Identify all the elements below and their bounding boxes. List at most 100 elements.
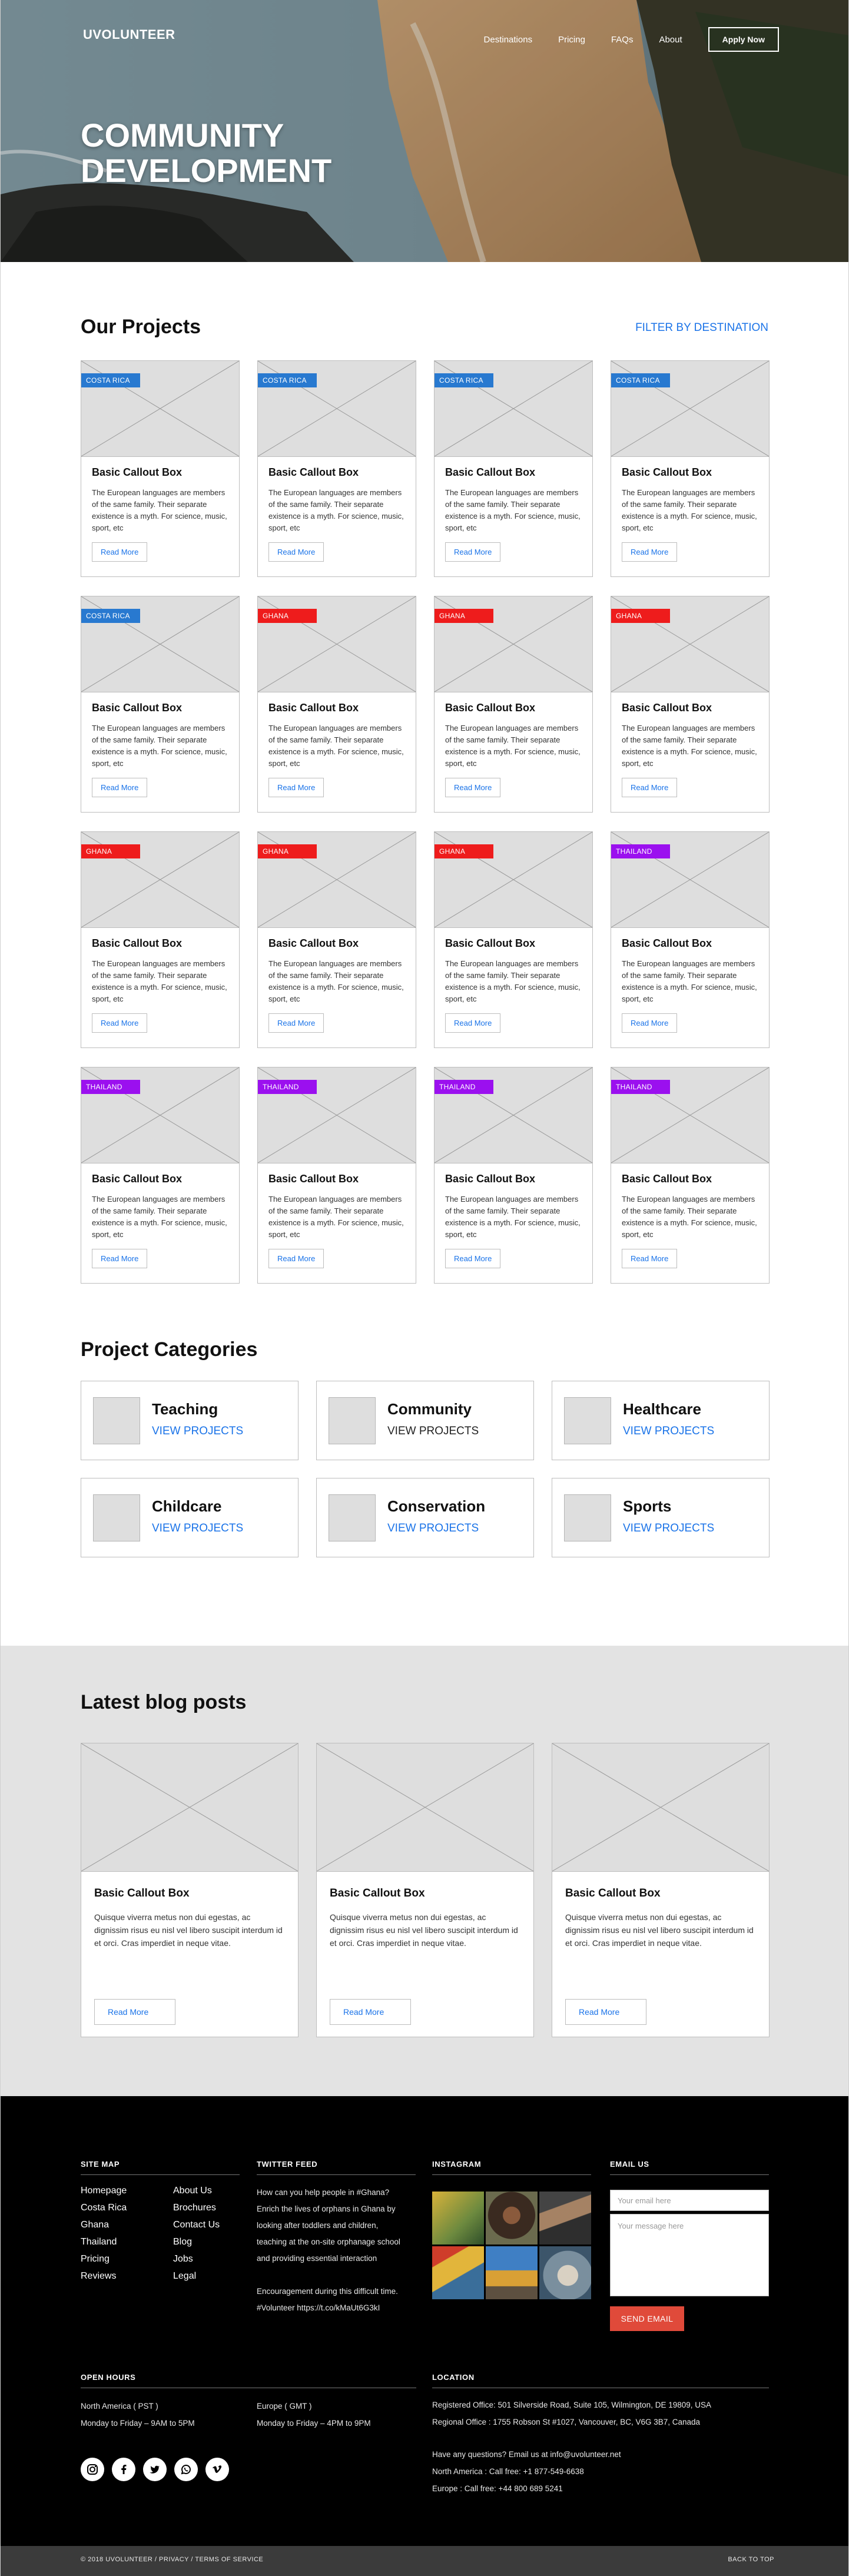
read-more-button[interactable]: Read More [92,542,148,562]
instagram-photo[interactable] [432,2192,484,2245]
back-to-top-link[interactable]: BACK TO TOP [728,2556,774,2563]
category-card[interactable]: Teaching VIEW PROJECTS [81,1381,299,1460]
whatsapp-icon[interactable] [174,2458,198,2481]
nav-faqs[interactable]: FAQs [611,35,634,45]
instagram-photo[interactable] [486,2246,538,2299]
apply-now-button[interactable]: Apply Now [708,27,779,52]
nav-pricing[interactable]: Pricing [558,35,585,45]
vimeo-icon[interactable] [205,2458,229,2481]
read-more-button[interactable]: Read More [92,1013,148,1033]
phone-europe[interactable]: Europe : Call free: +44 800 689 5241 [432,2480,774,2497]
project-card[interactable]: THAILAND Basic Callout Box The European … [81,1067,240,1284]
read-more-button[interactable]: Read More [330,1999,411,2025]
view-projects-link[interactable]: VIEW PROJECTS [387,1425,479,1438]
read-more-button[interactable]: Read More [445,1013,501,1033]
view-projects-link[interactable]: VIEW PROJECTS [387,1522,479,1535]
phone-north-america[interactable]: North America : Call free: +1 877-549-66… [432,2463,774,2480]
hero-title-line-2: DEVELOPMENT [81,152,332,189]
project-card[interactable]: COSTA RICA Basic Callout Box The Europea… [257,360,416,577]
project-card[interactable]: THAILAND Basic Callout Box The European … [434,1067,593,1284]
read-more-button[interactable]: Read More [622,1013,678,1033]
instagram-photo[interactable] [539,2192,591,2245]
project-card[interactable]: GHANA Basic Callout Box The European lan… [434,596,593,813]
category-card[interactable]: Community VIEW PROJECTS [316,1381,534,1460]
project-card[interactable]: COSTA RICA Basic Callout Box The Europea… [434,360,593,577]
read-more-button[interactable]: Read More [92,778,148,797]
copyright-text[interactable]: © 2018 UVOLUNTEER / PRIVACY / TERMS OF S… [81,2556,263,2563]
read-more-button[interactable]: Read More [565,1999,646,2025]
view-projects-link[interactable]: VIEW PROJECTS [152,1425,243,1438]
view-projects-link[interactable]: VIEW PROJECTS [623,1425,714,1438]
brand-logo[interactable]: UVOLUNTEER [83,27,175,42]
category-card[interactable]: Healthcare VIEW PROJECTS [552,1381,770,1460]
instagram-photo[interactable] [486,2192,538,2245]
sitemap-link[interactable]: Legal [173,2271,196,2282]
category-image-placeholder [329,1397,376,1444]
project-card[interactable]: COSTA RICA Basic Callout Box The Europea… [81,360,240,577]
sitemap-link[interactable]: Pricing [81,2254,110,2265]
message-input[interactable]: Your message here [610,2214,769,2296]
sitemap-link[interactable]: Homepage [81,2186,127,2196]
view-projects-link[interactable]: VIEW PROJECTS [623,1522,714,1535]
send-email-button[interactable]: SEND EMAIL [610,2306,684,2331]
blog-card[interactable]: Basic Callout Box Quisque viverra metus … [552,1743,770,2037]
project-card[interactable]: GHANA Basic Callout Box The European lan… [611,596,770,813]
read-more-button[interactable]: Read More [92,1249,148,1268]
sitemap-link[interactable]: About Us [173,2186,212,2196]
tweet-link[interactable]: #Volunteer https://t.co/kMaUt6G3kI [257,2300,416,2316]
project-card[interactable]: THAILAND Basic Callout Box The European … [257,1067,416,1284]
blog-image-placeholder [317,1743,533,1872]
read-more-button[interactable]: Read More [622,1249,678,1268]
blog-card[interactable]: Basic Callout Box Quisque viverra metus … [81,1743,299,2037]
contact-email-text[interactable]: Have any questions? Email us at info@uvo… [432,2446,774,2463]
read-more-button[interactable]: Read More [622,778,678,797]
sitemap-link[interactable]: Jobs [173,2254,193,2265]
read-more-button[interactable]: Read More [445,1249,501,1268]
project-title: Basic Callout Box [268,937,359,949]
project-card[interactable]: GHANA Basic Callout Box The European lan… [257,596,416,813]
sitemap-link[interactable]: Blog [173,2237,192,2247]
facebook-icon[interactable] [112,2458,135,2481]
project-description: The European languages are members of th… [622,724,757,768]
instagram-photo[interactable] [432,2246,484,2299]
read-more-button[interactable]: Read More [445,778,501,797]
read-more-button[interactable]: Read More [268,1013,324,1033]
read-more-button[interactable]: Read More [268,1249,324,1268]
sitemap-link[interactable]: Thailand [81,2237,117,2247]
category-card[interactable]: Conservation VIEW PROJECTS [316,1478,534,1557]
instagram-photo[interactable] [539,2246,591,2299]
sitemap-link[interactable]: Costa Rica [81,2203,127,2213]
nav-about[interactable]: About [659,35,682,45]
email-input[interactable]: Your email here [610,2190,769,2211]
filter-by-destination-link[interactable]: FILTER BY DESTINATION [635,321,768,334]
instagram-icon[interactable] [81,2458,104,2481]
project-destination-tag: THAILAND [611,1080,670,1094]
category-name: Community [387,1400,472,1418]
project-destination-tag: GHANA [258,609,317,623]
project-card[interactable]: COSTA RICA Basic Callout Box The Europea… [611,360,770,577]
project-card[interactable]: THAILAND Basic Callout Box The European … [611,1067,770,1284]
tweet-line: looking after toddlers and children, [257,2221,379,2230]
sitemap-link[interactable]: Ghana [81,2220,109,2230]
read-more-button[interactable]: Read More [445,542,501,562]
twitter-icon[interactable] [143,2458,167,2481]
project-card[interactable]: COSTA RICA Basic Callout Box The Europea… [81,596,240,813]
read-more-button[interactable]: Read More [622,542,678,562]
category-card[interactable]: Sports VIEW PROJECTS [552,1478,770,1557]
view-projects-link[interactable]: VIEW PROJECTS [152,1522,243,1535]
project-title: Basic Callout Box [445,466,536,478]
project-card[interactable]: THAILAND Basic Callout Box The European … [611,831,770,1048]
project-card[interactable]: GHANA Basic Callout Box The European lan… [81,831,240,1048]
blog-grid: Basic Callout Box Quisque viverra metus … [81,1743,770,2037]
category-card[interactable]: Childcare VIEW PROJECTS [81,1478,299,1557]
read-more-button[interactable]: Read More [268,542,324,562]
read-more-button[interactable]: Read More [268,778,324,797]
project-card[interactable]: GHANA Basic Callout Box The European lan… [434,831,593,1048]
sitemap-link[interactable]: Contact Us [173,2220,220,2230]
sitemap-link[interactable]: Reviews [81,2271,116,2282]
read-more-button[interactable]: Read More [94,1999,175,2025]
blog-card[interactable]: Basic Callout Box Quisque viverra metus … [316,1743,534,2037]
project-card[interactable]: GHANA Basic Callout Box The European lan… [257,831,416,1048]
sitemap-link[interactable]: Brochures [173,2203,216,2213]
nav-destinations[interactable]: Destinations [484,35,533,45]
